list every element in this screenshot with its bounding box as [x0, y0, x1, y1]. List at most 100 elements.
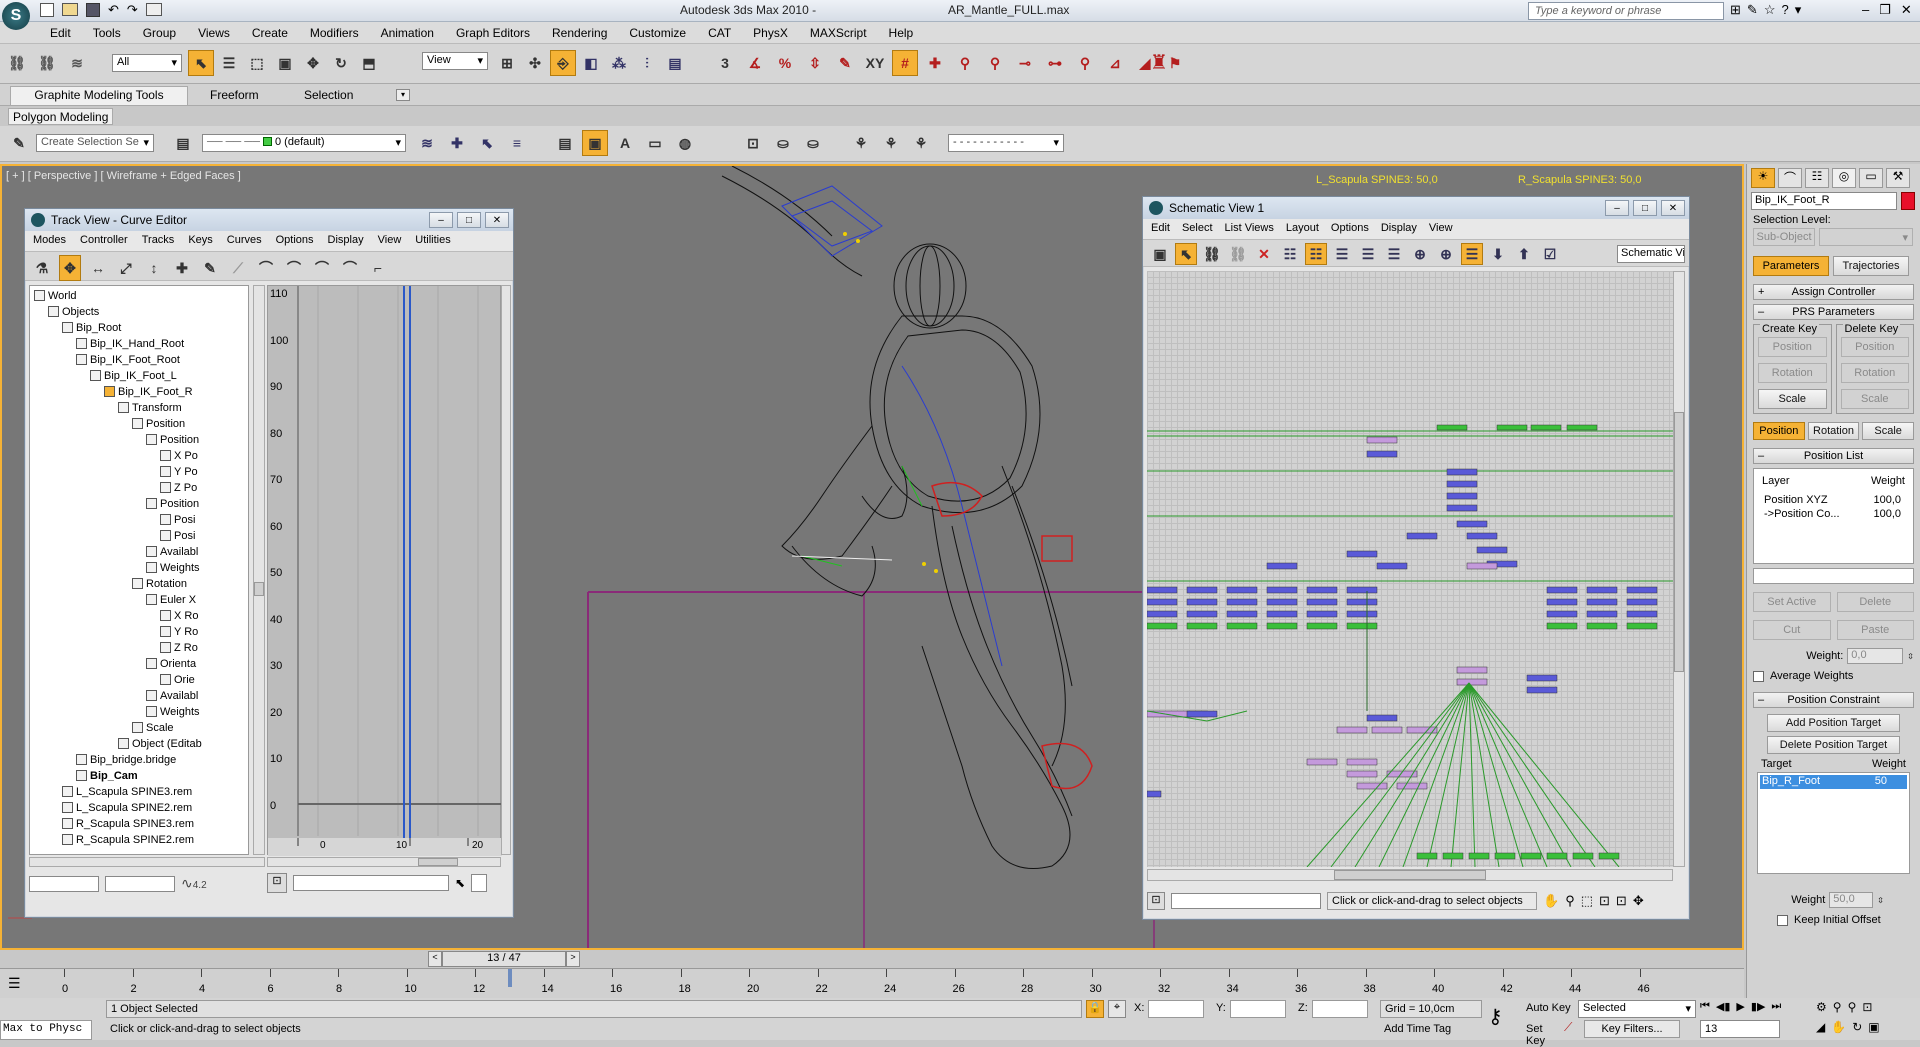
menu-item-physx[interactable]: PhysX: [753, 26, 788, 40]
text-tool-icon[interactable]: A: [612, 130, 638, 156]
layer-list[interactable]: Layer Weight Position XYZ 100,0 ->Position …: [1753, 468, 1914, 564]
schematic-node[interactable]: [1546, 622, 1578, 630]
selection-lock-icon[interactable]: 🔒: [1086, 1000, 1104, 1018]
absolute-mode-icon[interactable]: ⌖: [1108, 1000, 1126, 1018]
tree-row[interactable]: Orienta: [34, 656, 248, 672]
schematic-node[interactable]: [1147, 622, 1178, 630]
maximize-viewport-icon[interactable]: ⊡: [1862, 1000, 1872, 1014]
schematic-node[interactable]: [1446, 504, 1478, 512]
tree-row[interactable]: Availabl: [34, 688, 248, 704]
save-file-icon[interactable]: [86, 3, 100, 17]
object-color-swatch[interactable]: [1901, 192, 1915, 210]
create-tab-icon[interactable]: ☀: [1751, 168, 1775, 188]
zoom-icon[interactable]: ⚲: [1565, 893, 1575, 909]
assign-controller-rollout[interactable]: + Assign Controller: [1753, 284, 1914, 300]
curve-editor-menu-options[interactable]: Options: [276, 234, 314, 248]
scene-explorer-icon[interactable]: ▤: [552, 130, 578, 156]
curve-editor-menu-controller[interactable]: Controller: [80, 234, 128, 248]
filters-icon[interactable]: ⚗: [31, 255, 53, 281]
select-in-layer-icon[interactable]: ⬉: [474, 130, 500, 156]
set-key-icon[interactable]: ⚷: [1488, 1004, 1503, 1029]
prs-parameters-rollout[interactable]: – PRS Parameters: [1753, 304, 1914, 320]
auto-key-button[interactable]: Auto Key: [1522, 1000, 1576, 1018]
menu-item-animation[interactable]: Animation: [381, 26, 434, 40]
select-rotate-icon[interactable]: ↻: [328, 50, 354, 76]
cursor-icon[interactable]: ⬉: [455, 876, 465, 890]
ribbon-tab-selection[interactable]: Selection: [304, 88, 353, 102]
schematic-node[interactable]: [1306, 758, 1338, 766]
schematic-node[interactable]: [1530, 424, 1562, 431]
sub-object-button[interactable]: Sub-Object: [1753, 228, 1815, 246]
schematic-node[interactable]: [1306, 586, 1338, 594]
hierarchy-tab-icon[interactable]: ☷: [1805, 168, 1829, 188]
delete-objects-icon[interactable]: ✕: [1253, 243, 1275, 265]
tree-row[interactable]: Bip_IK_Foot_R: [34, 384, 248, 400]
menu-item-customize[interactable]: Customize: [629, 26, 686, 40]
play-icon[interactable]: ▶: [1736, 1000, 1744, 1013]
communication-icon[interactable]: ✎: [1747, 2, 1758, 18]
select-move-icon[interactable]: ✥: [300, 50, 326, 76]
schematic-node[interactable]: [1586, 598, 1618, 606]
tree-row[interactable]: Weights: [34, 704, 248, 720]
render-setup-icon[interactable]: ⊸: [1012, 50, 1038, 76]
schematic-node[interactable]: [1456, 666, 1488, 674]
position-constraint-rollout[interactable]: – Position Constraint: [1753, 692, 1914, 708]
slide-keys-icon[interactable]: ↔: [87, 255, 109, 281]
tangent-custom-icon[interactable]: ⌒: [283, 255, 305, 281]
project-folder-icon[interactable]: [145, 3, 162, 16]
select-scale-icon[interactable]: ⬒: [356, 50, 382, 76]
tree-row[interactable]: Position: [34, 432, 248, 448]
schematic-node[interactable]: [1626, 622, 1658, 630]
scale-values-icon[interactable]: ↕: [143, 255, 165, 281]
undo-icon[interactable]: ↶: [108, 3, 119, 17]
sub-object-dropdown[interactable]: ▾: [1819, 228, 1913, 246]
tree-row[interactable]: Y Ro: [34, 624, 248, 640]
references-mode-icon[interactable]: ☷: [1305, 243, 1327, 265]
mirror-icon[interactable]: ◧: [578, 50, 604, 76]
tree-row[interactable]: Scale: [34, 720, 248, 736]
keep-offset-checkbox[interactable]: [1777, 914, 1788, 926]
align-icon[interactable]: ⫶: [634, 50, 660, 76]
menu-item-views[interactable]: Views: [198, 26, 230, 40]
time-config-icon[interactable]: ⚙: [1816, 1000, 1827, 1014]
schematic-menu-view[interactable]: View: [1429, 222, 1453, 236]
schematic-node[interactable]: [1266, 610, 1298, 618]
curve-editor-maximize-button[interactable]: □: [457, 212, 481, 228]
field-of-view-icon[interactable]: ◢: [1816, 1020, 1825, 1034]
set-key-graph-icon[interactable]: ⟋: [1564, 1020, 1580, 1038]
close-icon[interactable]: ✕: [1901, 2, 1912, 18]
grid-snap-icon[interactable]: #: [892, 50, 918, 76]
render-production-icon[interactable]: ⊿: [1102, 50, 1128, 76]
active-viewport-icon[interactable]: ▣: [582, 130, 608, 156]
curve-editor-menu-view[interactable]: View: [378, 234, 402, 248]
schematic-node[interactable]: [1546, 852, 1568, 860]
zoom-all-icon[interactable]: ⚲: [1848, 1000, 1857, 1014]
tree-row[interactable]: Z Po: [34, 480, 248, 496]
tree-row[interactable]: Bip_IK_Hand_Root: [34, 336, 248, 352]
cut-button[interactable]: Cut: [1753, 620, 1831, 640]
tree-row[interactable]: X Po: [34, 448, 248, 464]
schematic-node[interactable]: [1520, 852, 1542, 860]
paint-a-icon[interactable]: ⚘: [848, 130, 874, 156]
tree-row[interactable]: R_Scapula SPINE2.rem: [34, 832, 248, 848]
schematic-node[interactable]: [1476, 546, 1508, 554]
curve-editor-close-button[interactable]: ✕: [485, 212, 509, 228]
target-row-selected[interactable]: Bip_R_Foot 50: [1760, 775, 1907, 789]
create-position-key-button[interactable]: Position: [1758, 337, 1827, 357]
favorites-icon[interactable]: ☆: [1764, 2, 1776, 18]
schematic-node[interactable]: [1226, 598, 1258, 606]
schematic-node[interactable]: [1346, 758, 1378, 766]
tree-row[interactable]: Y Po: [34, 464, 248, 480]
schematic-node[interactable]: [1266, 562, 1298, 570]
schematic-node[interactable]: [1306, 598, 1338, 606]
unlink-selected-icon[interactable]: ⛓: [1227, 243, 1249, 265]
material-editor-icon[interactable]: ⚲: [982, 50, 1008, 76]
trajectories-tab-button[interactable]: Trajectories: [1833, 256, 1909, 276]
go-to-start-icon[interactable]: ⏮: [1700, 1000, 1710, 1013]
tree-row[interactable]: L_Scapula SPINE3.rem: [34, 784, 248, 800]
schematic-node[interactable]: [1546, 610, 1578, 618]
layer-row[interactable]: Position XYZ 100,0: [1758, 493, 1909, 507]
tree-hscroll[interactable]: [29, 857, 265, 867]
tree-row[interactable]: Bip_IK_Foot_Root: [34, 352, 248, 368]
render-teapot-2-icon[interactable]: ⛀: [800, 130, 826, 156]
